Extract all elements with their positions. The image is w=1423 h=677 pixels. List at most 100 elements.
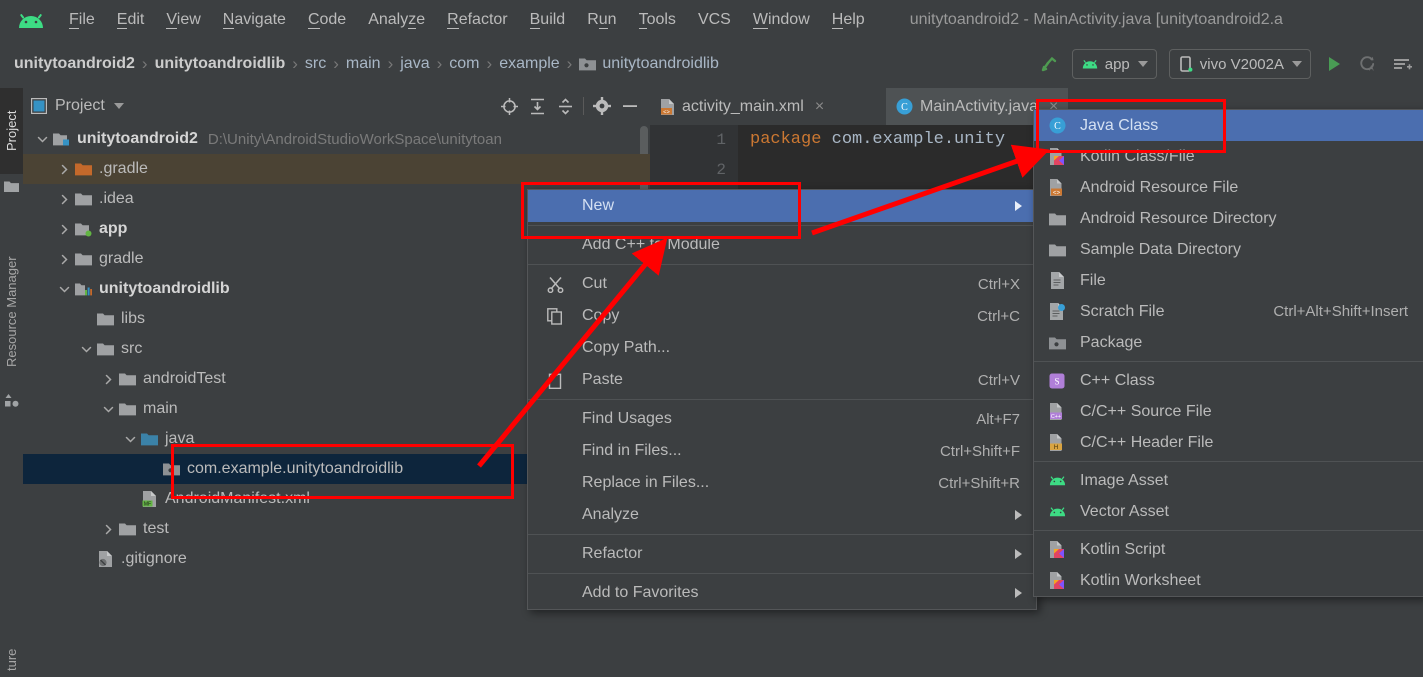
collapse-all-icon[interactable] xyxy=(551,92,579,120)
submenu-item-scratch-file[interactable]: Scratch File Ctrl+Alt+Shift+Insert xyxy=(1034,296,1423,327)
scratch-file-icon xyxy=(1044,296,1070,328)
android-icon xyxy=(1048,474,1067,487)
code-package-path: com.example.unity xyxy=(821,130,1006,149)
menu-item-refactor[interactable]: Refactor xyxy=(528,538,1036,570)
android-icon xyxy=(1044,496,1070,528)
menu-item-paste[interactable]: Paste Ctrl+V xyxy=(528,364,1036,396)
chevron-down-icon[interactable] xyxy=(55,274,73,304)
file-icon xyxy=(1044,265,1070,297)
chevron-down-icon[interactable] xyxy=(33,124,51,154)
menu-item-copy[interactable]: Copy Ctrl+C xyxy=(528,300,1036,332)
svg-text:MF: MF xyxy=(143,501,150,507)
menu-file[interactable]: File xyxy=(58,8,106,32)
breadcrumb-item-com[interactable]: com xyxy=(449,55,479,73)
submenu-item-c-c++-source-file[interactable]: C++ C/C++ Source File xyxy=(1034,396,1423,427)
close-icon[interactable]: × xyxy=(815,98,824,115)
submenu-item-android-resource-directory[interactable]: Android Resource Directory xyxy=(1034,203,1423,234)
new-submenu[interactable]: C Java Class Kotlin Class/File <> Android Re… xyxy=(1033,109,1423,597)
menu-window[interactable]: Window xyxy=(742,8,821,32)
menu-item-shortcut: Alt+F7 xyxy=(976,410,1020,428)
breadcrumb-item-unitytoandroid2[interactable]: unitytoandroid2 xyxy=(14,55,135,73)
submenu-item-c-c++-header-file[interactable]: H C/C++ Header File xyxy=(1034,427,1423,458)
hide-minus-icon[interactable] xyxy=(616,92,644,120)
breadcrumb-label: com xyxy=(449,55,480,72)
submenu-item-image-asset[interactable]: Image Asset xyxy=(1034,465,1423,496)
run-configuration-selector[interactable]: app xyxy=(1071,49,1157,79)
tree-node-label: test xyxy=(143,520,169,537)
menu-edit[interactable]: Edit xyxy=(106,8,156,32)
context-menu[interactable]: New Add C++ to Module Cut Ctrl+X Copy Ctrl+C C… xyxy=(527,189,1037,610)
submenu-item-c++-class[interactable]: S C++ Class xyxy=(1034,365,1423,396)
locate-target-icon[interactable] xyxy=(495,92,523,120)
breadcrumb-item-unitytoandroidlib[interactable]: unitytoandroidlib xyxy=(579,55,719,73)
submenu-item-package[interactable]: Package xyxy=(1034,327,1423,358)
menu-item-label: Find Usages xyxy=(582,410,672,427)
chevron-right-icon[interactable] xyxy=(99,514,117,544)
submenu-item-android-resource-file[interactable]: <> Android Resource File xyxy=(1034,172,1423,203)
submenu-item-kotlin-worksheet[interactable]: Kotlin Worksheet xyxy=(1034,565,1423,596)
tree-node-label: AndroidManifest.xml xyxy=(165,490,310,507)
chevron-down-icon[interactable] xyxy=(121,424,139,454)
chevron-down-icon[interactable] xyxy=(99,394,117,424)
breadcrumb-label: unitytoandroidlib xyxy=(154,55,286,72)
apply-changes-icon[interactable]: A xyxy=(1353,49,1383,79)
tree-node[interactable]: .gradle xyxy=(23,154,650,184)
menu-navigate[interactable]: Navigate xyxy=(212,8,297,32)
submenu-item-vector-asset[interactable]: Vector Asset xyxy=(1034,496,1423,527)
cpp-source-icon: C++ xyxy=(1049,403,1065,420)
menu-analyze[interactable]: Analyze xyxy=(357,8,436,32)
menu-item-find-in-files[interactable]: Find in Files... Ctrl+Shift+F xyxy=(528,435,1036,467)
menu-item-cut[interactable]: Cut Ctrl+X xyxy=(528,268,1036,300)
menu-item-label: Java Class xyxy=(1080,116,1159,134)
gear-icon[interactable] xyxy=(588,92,616,120)
chevron-right-icon[interactable] xyxy=(55,214,73,244)
submenu-item-file[interactable]: File xyxy=(1034,265,1423,296)
submenu-item-sample-data-directory[interactable]: Sample Data Directory xyxy=(1034,234,1423,265)
submenu-item-kotlin-class-file[interactable]: Kotlin Class/File xyxy=(1034,141,1423,172)
tree-node-path: D:\Unity\AndroidStudioWorkSpace\unitytoa… xyxy=(207,130,502,148)
menu-item-add-c++-to-module[interactable]: Add C++ to Module xyxy=(528,229,1036,261)
submenu-item-java-class[interactable]: C Java Class xyxy=(1034,110,1423,141)
svg-text:C: C xyxy=(1054,121,1061,132)
tree-node[interactable]: unitytoandroid2 D:\Unity\AndroidStudioWor… xyxy=(23,124,650,154)
kotlin-script-icon xyxy=(1049,541,1065,558)
chevron-down-icon[interactable] xyxy=(113,103,124,109)
breadcrumb-item-example[interactable]: example xyxy=(499,55,559,73)
logcat-icon[interactable] xyxy=(1387,49,1417,79)
cpp-class-icon: S xyxy=(1049,373,1065,389)
breadcrumb-item-java[interactable]: java xyxy=(400,55,429,73)
menu-item-analyze[interactable]: Analyze xyxy=(528,499,1036,531)
menu-refactor[interactable]: Refactor xyxy=(436,8,518,32)
menu-run[interactable]: Run xyxy=(576,8,627,32)
sidebar-item-resource-manager[interactable]: Resource Manager xyxy=(0,236,23,388)
sidebar-item-structure[interactable]: ture xyxy=(0,643,23,677)
menu-help[interactable]: Help xyxy=(821,8,876,32)
menu-view[interactable]: View xyxy=(155,8,211,32)
run-play-icon[interactable] xyxy=(1319,49,1349,79)
menu-item-new[interactable]: New xyxy=(528,190,1036,222)
menu-build[interactable]: Build xyxy=(519,8,577,32)
make-hammer-icon[interactable] xyxy=(1034,49,1064,79)
menu-item-replace-in-files[interactable]: Replace in Files... Ctrl+Shift+R xyxy=(528,467,1036,499)
submenu-item-kotlin-script[interactable]: Kotlin Script xyxy=(1034,534,1423,565)
menu-item-label: Image Asset xyxy=(1080,471,1169,489)
menu-tools[interactable]: Tools xyxy=(628,8,687,32)
chevron-right-icon[interactable] xyxy=(99,364,117,394)
chevron-right-icon[interactable] xyxy=(55,154,73,184)
breadcrumb-item-src[interactable]: src xyxy=(305,55,326,73)
breadcrumb-label: unitytoandroid2 xyxy=(14,55,135,72)
menu-item-add-to-favorites[interactable]: Add to Favorites xyxy=(528,577,1036,609)
chevron-right-icon[interactable] xyxy=(55,244,73,274)
menu-code[interactable]: Code xyxy=(297,8,357,32)
chevron-right-icon[interactable] xyxy=(55,184,73,214)
expand-all-icon[interactable] xyxy=(523,92,551,120)
menu-item-find-usages[interactable]: Find Usages Alt+F7 xyxy=(528,403,1036,435)
editor-tab-activity-main-xml[interactable]: <> activity_main.xml × xyxy=(650,88,834,125)
device-selector[interactable]: vivo V2002A xyxy=(1168,49,1311,79)
breadcrumb-item-unitytoandroidlib[interactable]: unitytoandroidlib xyxy=(155,55,286,73)
menu-vcs[interactable]: VCS xyxy=(687,8,742,32)
breadcrumb-item-main[interactable]: main xyxy=(346,55,381,73)
menu-item-copy-path[interactable]: Copy Path... xyxy=(528,332,1036,364)
sidebar-item-project[interactable]: Project xyxy=(0,88,23,174)
chevron-down-icon[interactable] xyxy=(77,334,95,364)
